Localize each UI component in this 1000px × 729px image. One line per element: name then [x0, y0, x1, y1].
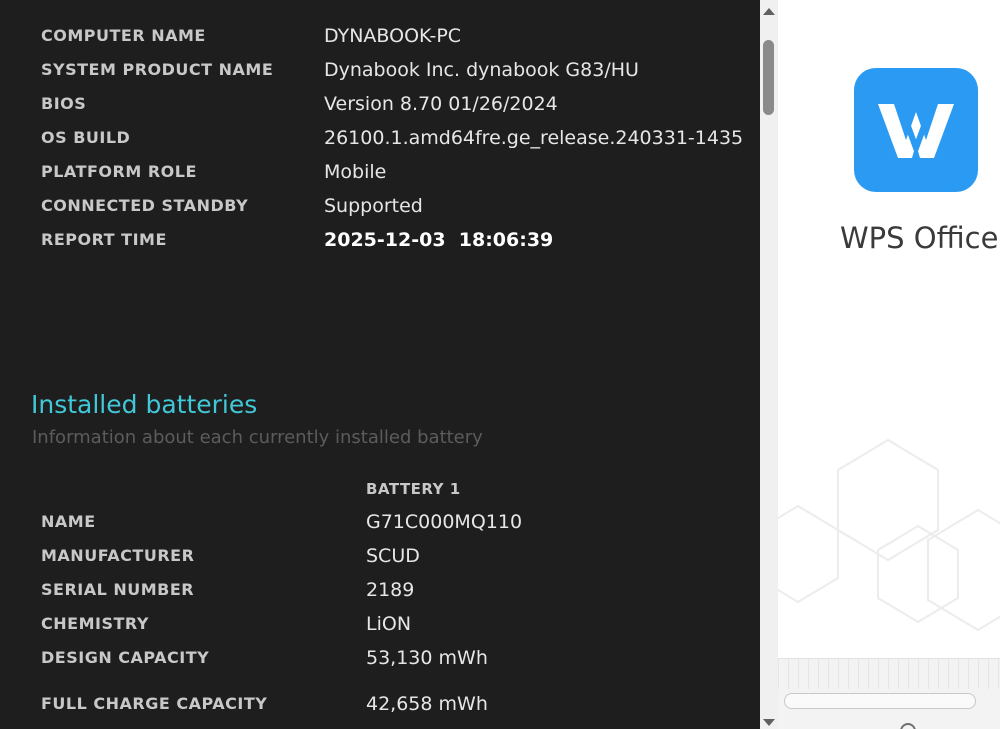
scroll-up-arrow-icon[interactable]: [760, 0, 778, 22]
report-time-value: 2025-12-03 18:06:39: [324, 229, 554, 251]
scrollbar-thumb[interactable]: [763, 40, 774, 115]
horizontal-scrollbar[interactable]: [784, 693, 976, 709]
platform-role-row: PLATFORM ROLE Mobile: [0, 155, 760, 189]
battery-report-page: COMPUTER NAME DYNABOOK-PC SYSTEM PRODUCT…: [0, 0, 760, 729]
wps-logo-icon: [854, 68, 978, 192]
platform-role-value: Mobile: [324, 161, 387, 183]
chemistry-row: CHEMISTRY LiON: [0, 607, 760, 641]
manufacturer-row: MANUFACTURER SCUD: [0, 539, 760, 573]
bios-label: BIOS: [41, 94, 87, 113]
full-charge-capacity-row: FULL CHARGE CAPACITY 42,658 mWh: [0, 687, 760, 721]
design-capacity-value: 53,130 mWh: [366, 647, 488, 669]
connected-standby-label: CONNECTED STANDBY: [41, 196, 249, 215]
os-build-value: 26100.1.amd64fre.ge_release.240331-1435: [324, 127, 744, 149]
app-name: WPS Office: [840, 221, 999, 255]
battery-name-value: G71C000MQ110: [366, 511, 523, 533]
bios-value: Version 8.70 01/26/2024: [324, 93, 558, 115]
platform-role-label: PLATFORM ROLE: [41, 162, 197, 181]
serial-number-value: 2189: [366, 579, 415, 601]
report-time-label: REPORT TIME: [41, 230, 167, 249]
manufacturer-value: SCUD: [366, 545, 420, 567]
system-product-name-label: SYSTEM PRODUCT NAME: [41, 60, 274, 79]
vertical-scrollbar[interactable]: [760, 0, 778, 729]
report-time-row: REPORT TIME 2025-12-03 18:06:39: [0, 223, 760, 257]
connected-standby-value: Supported: [324, 195, 423, 217]
computer-name-row: COMPUTER NAME DYNABOOK-PC: [0, 19, 760, 53]
footer-circle-icon[interactable]: [900, 723, 916, 729]
scroll-down-arrow-icon[interactable]: [760, 719, 778, 729]
battery-column-header: BATTERY 1: [366, 480, 461, 498]
battery-name-row: NAME G71C000MQ110: [0, 505, 760, 539]
full-charge-capacity-label: FULL CHARGE CAPACITY: [41, 694, 268, 713]
chemistry-value: LiON: [366, 613, 412, 635]
os-build-row: OS BUILD 26100.1.amd64fre.ge_release.240…: [0, 121, 760, 155]
design-capacity-row: DESIGN CAPACITY 53,130 mWh: [0, 641, 760, 675]
bios-row: BIOS Version 8.70 01/26/2024: [0, 87, 760, 121]
window-footer: [778, 658, 1000, 729]
battery-name-label: NAME: [41, 512, 96, 531]
installed-batteries-subtitle: Information about each currently install…: [32, 427, 483, 448]
computer-name-value: DYNABOOK-PC: [324, 25, 462, 47]
installed-batteries-heading: Installed batteries: [31, 390, 258, 419]
serial-number-row: SERIAL NUMBER 2189: [0, 573, 760, 607]
computer-name-label: COMPUTER NAME: [41, 26, 206, 45]
serial-number-label: SERIAL NUMBER: [41, 580, 195, 599]
system-product-name-value: Dynabook Inc. dynabook G83/HU: [324, 59, 639, 81]
wps-office-window[interactable]: WPS Office: [778, 0, 1000, 729]
design-capacity-label: DESIGN CAPACITY: [41, 648, 210, 667]
connected-standby-row: CONNECTED STANDBY Supported: [0, 189, 760, 223]
os-build-label: OS BUILD: [41, 128, 131, 147]
chemistry-label: CHEMISTRY: [41, 614, 149, 633]
full-charge-capacity-value: 42,658 mWh: [366, 693, 488, 715]
manufacturer-label: MANUFACTURER: [41, 546, 195, 565]
hexagon-background-pattern: [778, 438, 1000, 632]
system-product-name-row: SYSTEM PRODUCT NAME Dynabook Inc. dynabo…: [0, 53, 760, 87]
footer-grid-decoration: [778, 659, 1000, 689]
